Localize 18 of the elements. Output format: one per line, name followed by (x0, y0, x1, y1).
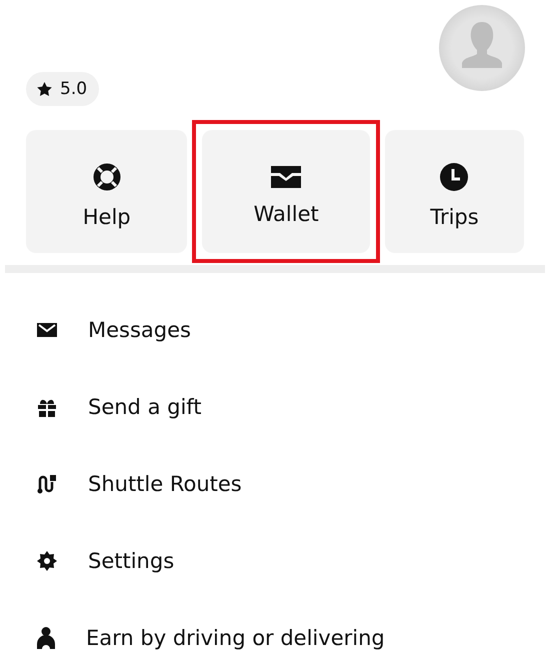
shortcut-tile[interactable]: Trips (384, 130, 524, 253)
lifebuoy-icon (92, 162, 121, 190)
envelope-icon (37, 322, 57, 336)
avatar[interactable] (438, 4, 526, 92)
settings-icon (37, 550, 57, 570)
menu-item[interactable]: Send a gift (88, 394, 202, 418)
shortcut-tile[interactable]: Help (26, 130, 188, 253)
menu-item[interactable]: Settings (88, 548, 174, 572)
menu-item[interactable]: Shuttle Routes (88, 472, 242, 496)
menu-item[interactable]: Messages (88, 318, 191, 342)
star-icon (37, 82, 52, 96)
person-icon (37, 626, 55, 648)
menu-item[interactable]: Earn by driving or delivering (86, 626, 385, 650)
wallet-icon (271, 166, 302, 188)
rating-value: 5.0 (60, 79, 88, 99)
route-icon (37, 474, 57, 494)
clock-icon (440, 162, 468, 190)
shortcut-tile[interactable]: Wallet (202, 130, 370, 253)
